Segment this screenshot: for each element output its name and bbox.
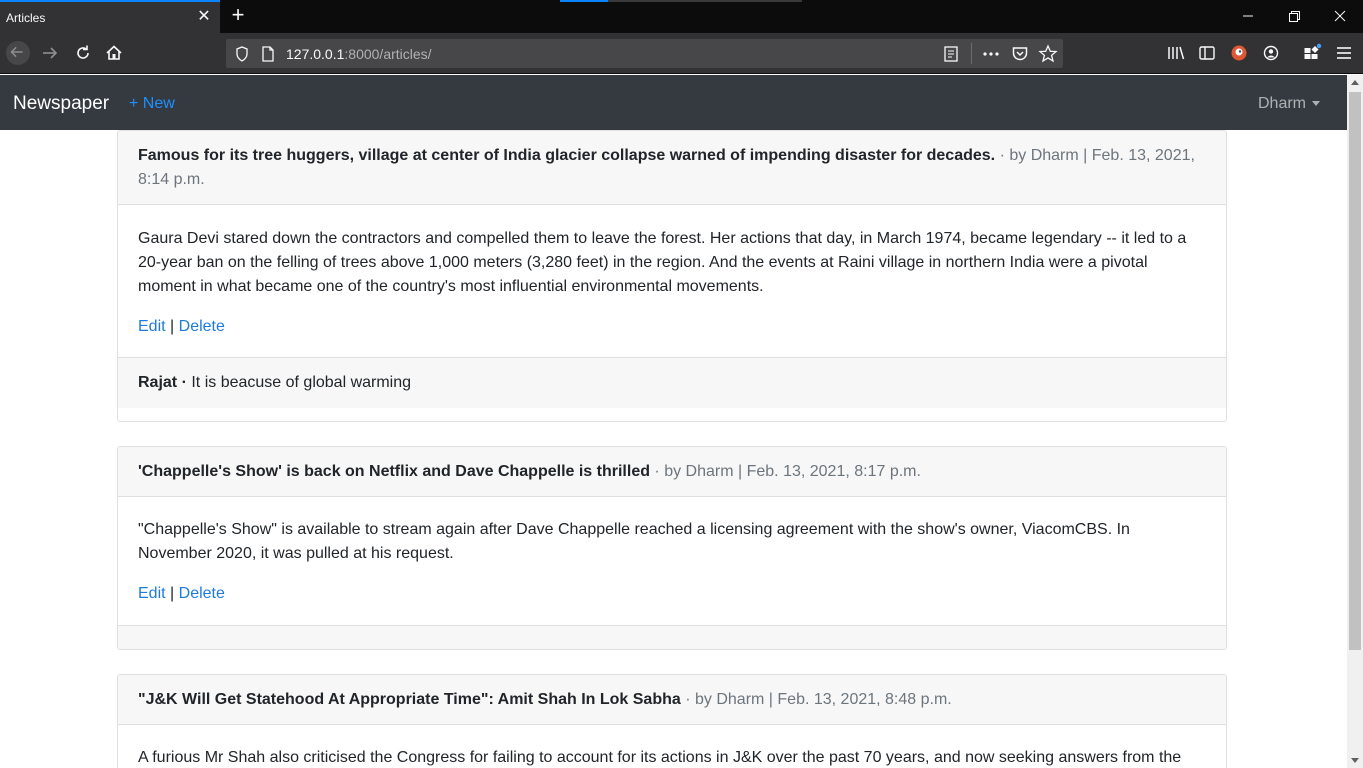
tab-indicator: [608, 0, 802, 2]
chevron-down-icon: [1312, 101, 1321, 107]
tab-indicator: [560, 0, 608, 2]
page-info-icon[interactable]: [257, 43, 279, 65]
article-header: "J&K Will Get Statehood At Appropriate T…: [118, 675, 1226, 725]
scroll-down-icon[interactable]: [1351, 758, 1359, 763]
extension-duck-icon[interactable]: [1228, 42, 1250, 64]
article-body: A furious Mr Shah also criticised the Co…: [118, 725, 1226, 768]
article-header: 'Chappelle's Show' is back on Netflix an…: [118, 447, 1226, 497]
article-text: Gaura Devi stared down the contractors a…: [138, 230, 1187, 295]
article-actions: Edit | Delete: [138, 315, 1206, 339]
close-tab-icon[interactable]: ✕: [196, 8, 212, 26]
scroll-thumb[interactable]: [1349, 92, 1361, 650]
reader-view-icon[interactable]: [940, 43, 962, 65]
new-tab-icon[interactable]: +: [229, 3, 247, 27]
browser-tab-articles[interactable]: Articles ✕: [0, 0, 220, 33]
delete-link[interactable]: Delete: [179, 318, 225, 335]
browser-tabstrip: Articles ✕ +: [0, 0, 1363, 33]
menu-icon[interactable]: [1333, 42, 1355, 64]
new-article-link[interactable]: + New: [129, 95, 175, 113]
article-body: Gaura Devi stared down the contractors a…: [118, 205, 1226, 357]
forward-icon[interactable]: [39, 42, 61, 64]
shield-icon[interactable]: [231, 43, 253, 65]
article-body: "Chappelle's Show" is available to strea…: [118, 497, 1226, 625]
action-separator: |: [170, 318, 175, 335]
account-icon[interactable]: [1260, 42, 1282, 64]
article-header: Famous for its tree huggers, village at …: [118, 131, 1226, 205]
minimize-icon[interactable]: [1236, 5, 1260, 27]
article-text: "Chappelle's Show" is available to strea…: [138, 521, 1130, 562]
sidebar-toggle-icon[interactable]: [1196, 42, 1218, 64]
url-path: :8000/articles/: [344, 46, 432, 62]
article-title[interactable]: 'Chappelle's Show' is back on Netflix an…: [138, 463, 650, 480]
browser-toolbar: 127.0.0.1:8000/articles/: [0, 33, 1363, 74]
url-text: 127.0.0.1:8000/articles/: [286, 46, 432, 62]
article-meta: · by Dharm | Feb. 13, 2021, 8:48 p.m.: [680, 691, 952, 708]
close-window-icon[interactable]: [1328, 5, 1352, 27]
article-actions: Edit | Delete: [138, 582, 1206, 606]
scroll-up-icon[interactable]: [1351, 80, 1359, 85]
user-dropdown[interactable]: Dharm: [1258, 95, 1321, 113]
article-card: 'Chappelle's Show' is back on Netflix an…: [117, 446, 1227, 650]
page-scrollbar[interactable]: [1347, 75, 1363, 768]
url-bar[interactable]: 127.0.0.1:8000/articles/: [226, 39, 1063, 68]
restore-icon[interactable]: [1282, 5, 1306, 27]
comment-section: [118, 625, 1226, 649]
brand-link[interactable]: Newspaper: [13, 93, 109, 115]
article-title[interactable]: "J&K Will Get Statehood At Appropriate T…: [138, 691, 681, 708]
reload-icon[interactable]: [72, 42, 94, 64]
bookmark-star-icon[interactable]: [1037, 43, 1059, 65]
action-separator: |: [170, 585, 175, 602]
articles-list: Famous for its tree huggers, village at …: [0, 130, 1347, 768]
page-actions-icon[interactable]: [980, 43, 1002, 65]
comment-text: It is beacuse of global warming: [191, 374, 412, 391]
tab-title: Articles: [6, 11, 46, 25]
comment-section: Rajat · It is beacuse of global warming: [118, 357, 1226, 408]
library-icon[interactable]: [1165, 42, 1187, 64]
article-text: A furious Mr Shah also criticised the Co…: [138, 749, 1182, 766]
delete-link[interactable]: Delete: [179, 585, 225, 602]
back-icon[interactable]: [6, 41, 30, 65]
article-card: "J&K Will Get Statehood At Appropriate T…: [117, 674, 1227, 768]
user-name: Dharm: [1258, 95, 1307, 112]
app-navbar: Newspaper + New Dharm: [0, 75, 1347, 130]
edit-link[interactable]: Edit: [138, 585, 166, 602]
comment-author: Rajat ·: [138, 374, 187, 391]
article-meta: · by Dharm | Feb. 13, 2021, 8:17 p.m.: [649, 463, 921, 480]
url-divider: [971, 43, 972, 64]
article-card: Famous for its tree huggers, village at …: [117, 130, 1227, 422]
pocket-icon[interactable]: [1009, 43, 1031, 65]
edit-link[interactable]: Edit: [138, 318, 166, 335]
extensions-icon[interactable]: [1301, 42, 1323, 64]
home-icon[interactable]: [103, 42, 125, 64]
url-host: 127.0.0.1: [286, 46, 345, 62]
article-title[interactable]: Famous for its tree huggers, village at …: [138, 147, 995, 164]
